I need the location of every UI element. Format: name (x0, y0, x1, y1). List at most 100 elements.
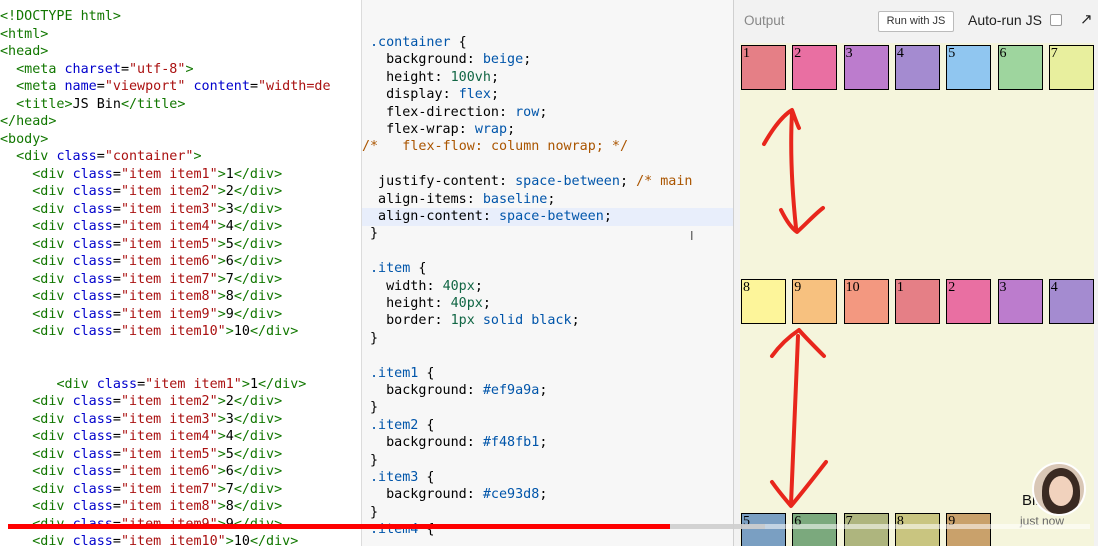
html-code-line[interactable]: <div class="item item8">8</div> (0, 498, 282, 516)
css-code-line[interactable]: } (370, 452, 378, 470)
css-code-line[interactable]: .item { (370, 260, 426, 278)
html-code-line[interactable]: <div class="item item10">10</div> (0, 323, 298, 341)
code-token: flex-wrap (370, 122, 459, 137)
code-token: ; (507, 122, 516, 137)
code-token: "item item3" (120, 201, 218, 217)
html-code-line[interactable]: <div class="item item1">1</div> (0, 166, 282, 184)
css-code-line[interactable]: display: flex; (370, 86, 499, 104)
popout-arrow-icon[interactable]: ↗ (1080, 10, 1093, 28)
html-code-line[interactable]: <div class="item item4">4</div> (0, 428, 282, 446)
html-code-line[interactable]: <body> (0, 131, 48, 149)
code-token: : (466, 435, 483, 451)
html-code-line[interactable]: <div class="item item5">5</div> (0, 236, 282, 254)
video-progress-bar[interactable] (8, 524, 1090, 529)
html-code-line[interactable]: <title>JS Bin</title> (0, 96, 185, 114)
html-code-line[interactable]: <div class="item item1">1</div> (0, 376, 306, 394)
html-code-line[interactable]: <div class="item item8">8</div> (0, 288, 282, 306)
html-code-line[interactable]: <div class="item item2">2</div> (0, 183, 282, 201)
code-token: background (370, 487, 467, 503)
html-code-line[interactable]: <meta name="viewport" content="width=de (0, 78, 330, 96)
css-code-line[interactable]: background: #ef9a9a; (370, 382, 547, 400)
css-code-line[interactable]: .item1 { (370, 365, 435, 383)
html-code-line[interactable]: <div class="item item9">9</div> (0, 306, 282, 324)
html-code-line[interactable]: <div class="item item10">10</div> (0, 533, 298, 546)
code-token: "item item4" (120, 429, 218, 444)
code-token: "item item5" (120, 446, 218, 462)
code-token: "item item1" (120, 166, 218, 182)
html-code-line[interactable]: <div class="item item3">3</div> (0, 411, 282, 429)
flex-item-box: 1 (894, 279, 940, 324)
css-code-line[interactable]: justify-content: space-between; /* main (370, 173, 692, 191)
css-code-line[interactable]: background: #f48fb1; (370, 434, 547, 452)
code-token: </div> (258, 376, 307, 392)
code-token: > (225, 324, 234, 339)
css-code-line[interactable]: background: beige; (370, 51, 531, 69)
code-token: ; (474, 278, 483, 294)
code-token: </div> (233, 306, 283, 322)
css-code-line[interactable]: } (370, 225, 378, 243)
html-code-line[interactable]: <div class="container"> (0, 148, 201, 166)
css-code-line[interactable]: .container { (370, 34, 467, 52)
code-token: name (64, 79, 97, 94)
html-code-line[interactable]: <div class="item item3">3</div> (0, 201, 282, 219)
html-code-line[interactable]: <div class="item item7">7</div> (0, 481, 282, 499)
code-token: 8 (225, 289, 234, 304)
css-code-line[interactable]: align-items: baseline; (370, 191, 555, 209)
css-code-line[interactable]: width: 40px; (370, 278, 483, 296)
css-code-line[interactable]: } (370, 399, 378, 417)
code-token: 9 (225, 306, 234, 322)
html-code-line[interactable]: </head> (0, 113, 56, 131)
html-code-line[interactable]: <div class="item item6">6</div> (0, 253, 282, 271)
css-code-line[interactable]: background: #ce93d8; (370, 486, 547, 504)
html-code-line[interactable]: <div class="item item4">4</div> (0, 218, 282, 236)
css-code-line[interactable]: .item2 { (370, 417, 435, 435)
code-token: </div> (233, 411, 283, 427)
css-code-line[interactable]: align-content: space-between; (362, 208, 733, 226)
html-editor-panel[interactable]: <!DOCTYPE html> <html> <head> <meta charse… (0, 0, 362, 546)
code-token: > (217, 481, 226, 497)
code-token: .container (370, 35, 451, 50)
html-code-line[interactable]: <html> (0, 26, 48, 44)
css-code-line[interactable]: flex-direction: row; (370, 104, 547, 122)
code-token: #ce93d8 (482, 487, 540, 503)
html-code-line[interactable]: <!DOCTYPE html> (0, 8, 121, 26)
html-code-line[interactable]: <div class="item item2">2</div> (0, 393, 282, 411)
css-code-line[interactable]: .item3 { (370, 469, 435, 487)
css-code-line[interactable]: flex-wrap: wrap; (370, 121, 515, 139)
css-code-line[interactable]: /* flex-flow: column nowrap; */ (362, 138, 628, 156)
flex-item-box: 9 (946, 513, 992, 546)
code-token: = (112, 289, 121, 304)
css-code-line[interactable]: border: 1px solid black; (370, 312, 580, 330)
run-with-js-button[interactable]: Run with JS (878, 11, 954, 32)
css-code-line[interactable]: height: 100vh; (370, 69, 499, 87)
html-code-line[interactable]: <div class="item item6">6</div> (0, 463, 282, 481)
code-token: class (72, 411, 113, 427)
css-code-line[interactable]: height: 40px; (370, 295, 491, 313)
flex-item-box: 7 (843, 513, 889, 546)
code-token: display (370, 87, 443, 103)
code-token: > (217, 446, 226, 462)
code-token: </div> (233, 481, 283, 497)
code-token: = (120, 61, 129, 77)
code-token: 6 (225, 464, 234, 479)
html-code-line[interactable]: <div class="item item5">5</div> (0, 446, 282, 464)
code-token: > (217, 411, 226, 427)
css-code-line[interactable]: } (370, 504, 378, 522)
html-code-line[interactable]: <div class="item item7">7</div> (0, 271, 282, 289)
code-token: <div (32, 499, 73, 514)
html-code-line[interactable]: <meta charset="utf-8"> (0, 61, 193, 79)
flex-item-box: 4 (894, 45, 940, 90)
code-token: = (137, 376, 146, 392)
code-token: "item item7" (120, 271, 218, 287)
css-code-line[interactable]: } (370, 330, 378, 348)
autorun-checkbox[interactable] (1050, 14, 1062, 26)
css-editor-panel[interactable]: I .container { background: beige; height… (362, 0, 734, 546)
code-token: : (434, 313, 451, 329)
code-token: <div (32, 289, 73, 304)
code-token: ; (571, 313, 580, 329)
html-code-line[interactable]: <head> (0, 43, 48, 61)
